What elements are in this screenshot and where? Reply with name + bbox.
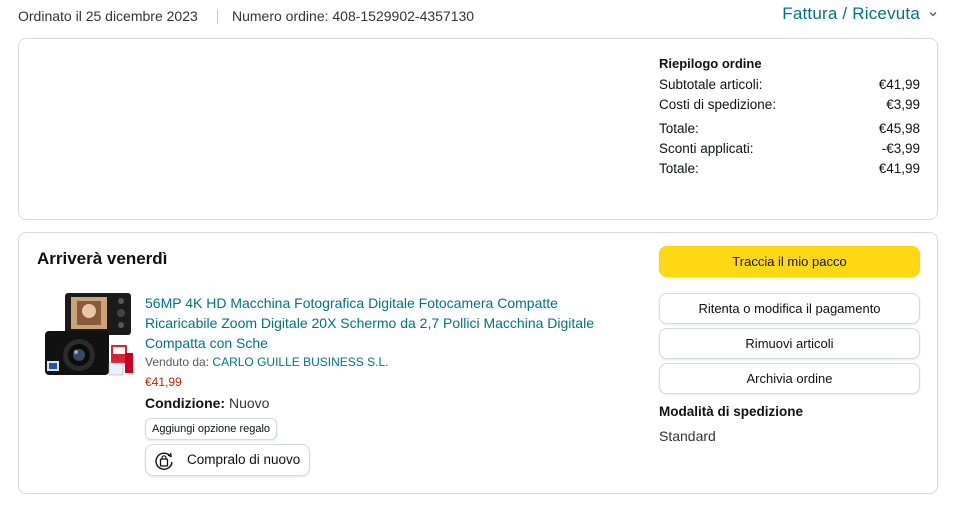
summary-row-total: Totale: €45,98	[659, 119, 920, 139]
product-condition: Condizione: Nuovo	[145, 395, 269, 411]
seller-link[interactable]: CARLO GUILLE BUSINESS S.L.	[212, 355, 388, 369]
remove-items-button[interactable]: Rimuovi articoli	[659, 328, 920, 359]
archive-order-button[interactable]: Archivia ordine	[659, 363, 920, 394]
condition-value: Nuovo	[229, 395, 270, 411]
shipment-card: Arriverà venerdì 56MP 4K HD Macchina Fot…	[18, 232, 938, 494]
invoice-link[interactable]: Fattura / Ricevuta	[782, 4, 920, 24]
delivery-status-title: Arriverà venerdì	[37, 249, 168, 268]
order-summary: Riepilogo ordine Subtotale articoli: €41…	[659, 56, 920, 179]
summary-value: €3,99	[886, 97, 920, 112]
retry-payment-button[interactable]: Ritenta o modifica il pagamento	[659, 293, 920, 324]
order-summary-card: Riepilogo ordine Subtotale articoli: €41…	[18, 38, 938, 220]
sold-by-label: Venduto da:	[145, 355, 210, 369]
summary-label: Costi di spedizione:	[659, 97, 777, 112]
summary-value: -€3,99	[881, 141, 920, 156]
summary-label: Totale:	[659, 161, 699, 176]
shipping-mode-title: Modalità di spedizione	[659, 404, 804, 419]
summary-row-grand-total: Totale: €41,99	[659, 159, 920, 179]
summary-label: Sconti applicati:	[659, 141, 754, 156]
buy-again-icon	[155, 452, 173, 470]
condition-label: Condizione:	[145, 395, 226, 411]
buy-again-label: Compralo di nuovo	[187, 452, 301, 467]
summary-row-discounts: Sconti applicati: -€3,99	[659, 139, 920, 159]
order-date: Ordinato il 25 dicembre 2023	[18, 8, 198, 24]
summary-value: €41,99	[878, 161, 920, 176]
product-price: €41,99	[145, 375, 182, 389]
order-header: Ordinato il 25 dicembre 2023 Numero ordi…	[0, 0, 956, 34]
product-title-link[interactable]: 56MP 4K HD Macchina Fotografica Digitale…	[145, 293, 615, 353]
summary-value: €41,99	[878, 77, 920, 92]
product-image[interactable]	[43, 291, 135, 385]
summary-row-subtotal: Subtotale articoli: €41,99	[659, 75, 920, 95]
summary-value: €45,98	[878, 121, 920, 136]
chevron-down-icon[interactable]	[927, 8, 939, 20]
add-gift-option-button[interactable]: Aggiungi opzione regalo	[145, 418, 278, 440]
summary-row-shipping: Costi di spedizione: €3,99	[659, 95, 920, 115]
shipping-mode-value: Standard	[659, 428, 716, 444]
buy-again-button[interactable]: Compralo di nuovo	[145, 444, 310, 476]
summary-label: Subtotale articoli:	[659, 77, 763, 92]
order-number: Numero ordine: 408-1529902-4357130	[232, 8, 475, 24]
order-summary-title: Riepilogo ordine	[659, 56, 762, 71]
track-package-button[interactable]: Traccia il mio pacco	[659, 246, 920, 277]
sold-by: Venduto da: CARLO GUILLE BUSINESS S.L.	[145, 355, 388, 369]
header-divider	[217, 9, 218, 24]
summary-label: Totale:	[659, 121, 699, 136]
